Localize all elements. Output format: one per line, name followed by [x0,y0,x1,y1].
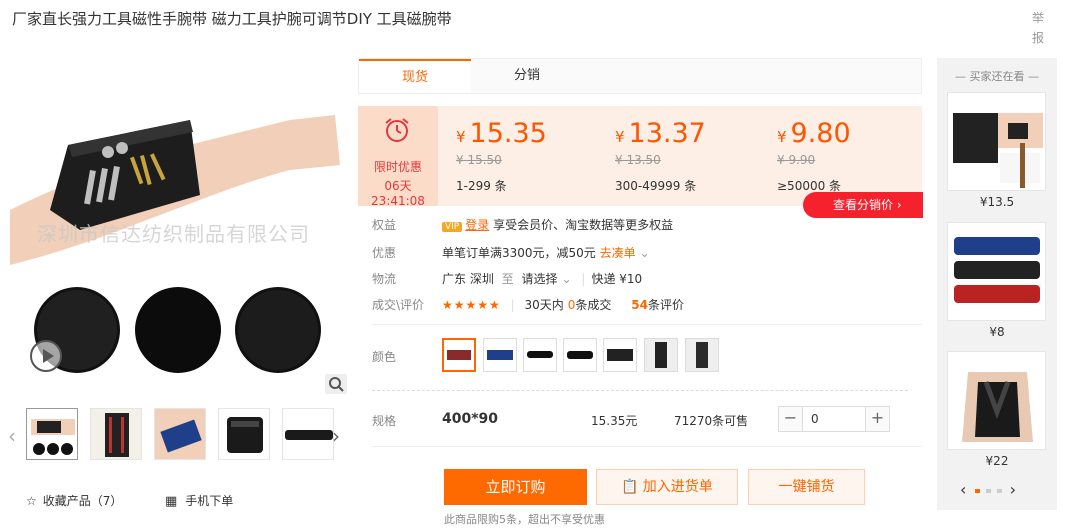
pager-dot[interactable] [974,488,980,493]
product-title: 厂家直长强力工具磁性手腕带 磁力工具护腕可调节DIY 工具磁腕带 [12,10,452,28]
watermark: 深圳市信达纺织制品有限公司 [37,222,310,246]
favorite-label: 收藏产品（7） [42,494,123,508]
vip-badge: VIP [442,222,463,232]
rail-product-image[interactable] [947,222,1046,321]
express-fee: 快递 ¥10 [591,272,643,286]
color-option[interactable] [442,338,476,372]
tier-range: 300-49999 条 [615,179,697,193]
dotted-divider [372,390,908,391]
clipboard-icon: 📋 [621,479,639,495]
rating-stars: ★★★★★ [442,298,501,312]
tier-old-price: ¥ 15.50 [456,153,502,167]
pager-dot[interactable] [985,488,991,493]
rail-product-price: ¥8 [989,325,1005,339]
rights-value: VIP 登录 享受会员价、淘宝数据等更多权益 [442,216,673,233]
discount-label: 优惠 [372,246,397,260]
tier-price: ¥15.35 [456,118,547,149]
tier-price: ¥9.80 [777,118,851,149]
promo-countdown: 06天23:41:08 [371,179,425,208]
tab-distribution[interactable]: 分销 [471,59,583,93]
thumb-prev-arrow[interactable]: ‹ [8,424,16,448]
rail-product-image[interactable] [947,351,1046,450]
deals-prefix: 30天内 [524,298,564,312]
alarm-clock-icon [385,118,409,142]
buy-now-button[interactable]: 立即订购 [444,469,587,505]
divider [372,446,922,447]
tab-in-stock[interactable]: 现货 [359,59,471,93]
promo-label: 限时优惠 [373,160,422,174]
reviews-count[interactable]: 54 [631,298,648,312]
add-to-cart-button[interactable]: 📋 加入进货单 [596,469,738,505]
discount-value: 单笔订单满3300元，减50元 去凑单 ⌄ [442,244,650,261]
purchase-limit-note: 此商品限购5条，超出不享受优惠 [444,513,605,526]
chevron-down-icon[interactable]: ⌄ [562,272,572,286]
spec-label: 规格 [372,414,397,428]
qty-plus-button[interactable]: + [865,407,889,431]
spec-name: 400*90 [442,411,499,427]
limited-time-promo: 限时优惠 06天23:41:08 [358,106,438,208]
spec-price: 15.35元 [591,414,638,428]
magnet-discs-image [10,280,345,380]
rights-text: 享受会员价、淘宝数据等更多权益 [493,218,674,232]
play-video-icon[interactable] [30,340,62,372]
one-click-list-button[interactable]: 一键铺货 [748,469,865,505]
ship-from: 广东 深圳 [442,272,494,286]
thumb-next-arrow[interactable]: › [332,424,340,448]
thumbnail[interactable] [154,408,207,460]
color-option[interactable] [644,338,678,372]
qr-code-icon: ▦ [165,494,178,509]
zoom-icon[interactable] [325,374,347,394]
rail-product-price: ¥22 [985,454,1009,468]
favorite-button[interactable]: ☆ 收藏产品（7） [26,492,122,509]
tier-old-price: ¥ 13.50 [615,153,661,167]
color-option[interactable] [685,338,719,372]
thumbnail[interactable] [26,408,78,460]
rail-pager: ‹ › [960,480,1016,499]
rights-label: 权益 [372,218,397,232]
deals-value: ★★★★★ | 30天内 0条成交 54条评价 [442,298,684,312]
rail-product-price: ¥13.5 [979,195,1015,209]
deals-suffix: 条成交 [575,298,612,312]
deals-label: 成交\评价 [372,298,425,312]
make-up-order-link[interactable]: 去凑单 [600,246,636,260]
thumbnail[interactable] [282,408,335,460]
color-option[interactable] [563,338,597,372]
logistics-label: 物流 [372,272,397,286]
report-link[interactable]: 举报 [1032,8,1046,48]
thumbnail[interactable] [218,408,271,460]
mobile-order-label: 手机下单 [185,494,234,508]
color-label: 颜色 [372,350,397,364]
price-band: ¥15.35 ¥ 15.50 1-299 条 ¥13.37 ¥ 13.50 30… [358,106,922,206]
color-option[interactable] [483,338,517,372]
rail-next-arrow[interactable]: › [1010,480,1016,499]
also-viewed-title: — 买家还在看 — [955,70,1039,83]
star-outline-icon: ☆ [26,494,37,508]
thumbnail-strip [26,408,341,464]
rail-product-image[interactable] [947,92,1046,191]
add-to-cart-label: 加入进货单 [642,479,713,495]
chevron-down-icon[interactable]: ⌄ [636,246,649,260]
ship-to-word: 至 [501,272,514,286]
quantity-stepper: − 0 + [778,406,890,432]
tier-range: 1-299 条 [456,179,507,193]
discount-text: 单笔订单满3300元，减50元 [442,246,596,260]
qty-input[interactable]: 0 [811,412,819,426]
rail-prev-arrow[interactable]: ‹ [960,480,966,499]
qty-minus-button[interactable]: − [779,407,803,431]
reviews-suffix: 条评价 [647,298,684,312]
spec-stock: 71270条可售 [674,414,749,428]
color-option[interactable] [603,338,637,372]
purchase-tabs: 现货 分销 [358,58,922,94]
destination-select[interactable]: 请选择 [522,272,558,286]
tier-price: ¥13.37 [615,118,706,149]
tier-old-price: ¥ 9.90 [777,153,816,167]
logistics-value: 广东 深圳 至 请选择 ⌄ | 快递 ¥10 [442,272,643,286]
view-distribution-price-button[interactable]: 查看分销价 › [803,192,923,218]
pager-dot[interactable] [996,488,1002,493]
color-option[interactable] [523,338,557,372]
mobile-order-button[interactable]: ▦ 手机下单 [165,492,233,509]
divider [372,324,922,325]
thumbnail[interactable] [90,408,143,460]
login-link[interactable]: 登录 [465,218,489,232]
